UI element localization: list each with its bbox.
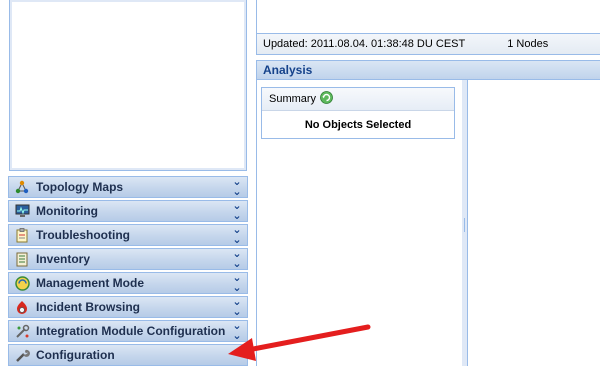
status-node-count: 1 Nodes [507, 38, 549, 50]
summary-empty-message: No Objects Selected [304, 119, 412, 131]
workspace-topology-maps[interactable]: Topology Maps ⌄ ⌄ [8, 176, 248, 198]
splitter-grip [464, 218, 465, 232]
chevron-down-icon[interactable]: ⌄ ⌄ [229, 177, 245, 198]
summary-header[interactable]: Summary [262, 88, 454, 111]
workspace-label: Inventory [36, 252, 91, 266]
workspace-label: Configuration [36, 348, 115, 362]
chevron-down-icon[interactable]: ⌄ ⌄ [229, 273, 245, 294]
workspace-incident-browsing[interactable]: Incident Browsing ⌄ ⌄ [8, 296, 248, 318]
summary-box: Summary No Objects Selected [261, 87, 455, 139]
workspaces-column: Topology Maps ⌄ ⌄ Monitoring ⌄ ⌄ Troublesh… [0, 0, 252, 366]
integration-icon [14, 323, 30, 339]
workspace-tree-panel[interactable] [9, 0, 247, 171]
analysis-title: Analysis [263, 63, 313, 77]
chevron-down-icon[interactable]: ⌄ ⌄ [229, 225, 245, 246]
troubleshooting-icon [14, 227, 30, 243]
refresh-icon[interactable] [320, 91, 333, 107]
chevron-down-icon[interactable]: ⌄ ⌄ [229, 297, 245, 318]
summary-title: Summary [269, 93, 317, 105]
chevron-down-icon[interactable]: ⌄ ⌄ [229, 201, 245, 222]
workspace-inventory[interactable]: Inventory ⌄ ⌄ [8, 248, 248, 270]
workspace-label: Monitoring [36, 204, 98, 218]
topology-icon [14, 179, 30, 195]
workspace-label: Incident Browsing [36, 300, 141, 314]
workspace-configuration[interactable]: Configuration [8, 344, 248, 366]
analysis-detail-pane [467, 80, 600, 366]
workspace-troubleshooting[interactable]: Troubleshooting ⌄ ⌄ [8, 224, 248, 246]
chevron-down-icon[interactable]: ⌄ ⌄ [229, 249, 245, 270]
workspace-integration-module-configuration[interactable]: Integration Module Configuration ⌄ ⌄ [8, 320, 248, 342]
chevron-down-icon[interactable]: ⌄ ⌄ [229, 321, 245, 342]
workspace-monitoring[interactable]: Monitoring ⌄ ⌄ [8, 200, 248, 222]
analysis-panel-header[interactable]: Analysis [256, 60, 600, 80]
workspace-label: Topology Maps [36, 180, 124, 194]
map-view-panel[interactable] [256, 0, 600, 33]
status-updated: Updated: 2011.08.04. 01:38:48 DU CEST [263, 38, 466, 50]
incident-icon [14, 299, 30, 315]
workspace-label: Troubleshooting [36, 228, 130, 242]
workspace-label: Management Mode [36, 276, 145, 290]
inventory-icon [14, 251, 30, 267]
workspace-management-mode[interactable]: Management Mode ⌄ ⌄ [8, 272, 248, 294]
wrench-icon [14, 347, 30, 363]
status-bar: Updated: 2011.08.04. 01:38:48 DU CEST 1 … [256, 33, 600, 55]
monitor-icon [14, 203, 30, 219]
workspace-label: Integration Module Configuration [36, 324, 226, 338]
management-mode-icon [14, 275, 30, 291]
